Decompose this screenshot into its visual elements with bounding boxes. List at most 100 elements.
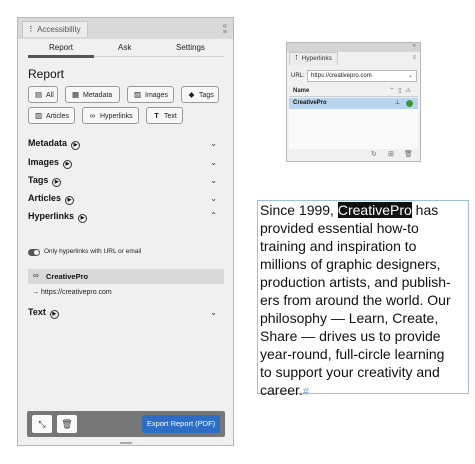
page-number-icon: ⊥: [395, 100, 401, 106]
close-icon[interactable]: «: [413, 43, 416, 49]
text-run: to support your creativity and: [260, 364, 440, 380]
hyperlinks-panel-tab[interactable]: ⠇ Hyperlinks: [289, 52, 338, 65]
chevron-up-icon[interactable]: ⌃: [210, 211, 217, 220]
text-line: training and inspiration to: [260, 237, 470, 255]
panel-titlebar[interactable]: «: [287, 43, 420, 52]
hyperlink-item[interactable]: ∞ CreativePro: [28, 269, 224, 284]
selected-text[interactable]: CreativePro: [337, 202, 412, 218]
resize-handle[interactable]: [120, 442, 132, 444]
play-icon[interactable]: ▶: [71, 141, 81, 150]
play-icon[interactable]: ▶: [65, 196, 75, 205]
chevron-down-icon[interactable]: ⌄: [408, 71, 413, 81]
collapse-button[interactable]: ⤡: [32, 415, 52, 433]
chevron-down-icon[interactable]: ⌄: [210, 176, 217, 185]
text-run: Share — drives us to provide: [260, 328, 441, 344]
text-line: year-round, full-circle learning: [260, 345, 470, 363]
list-item[interactable]: CreativePro ⊥: [289, 98, 418, 109]
tab-ask[interactable]: Ask: [118, 43, 131, 52]
panel-menu-icon[interactable]: ≡: [223, 29, 227, 36]
section-articles[interactable]: Articles ▶: [28, 193, 75, 205]
export-report-button[interactable]: Export Report (PDF): [142, 415, 220, 433]
body-text[interactable]: Since 1999, CreativePro has provided esse…: [260, 201, 470, 401]
hyperlink-name: CreativePro: [293, 100, 327, 106]
tab-settings[interactable]: Settings: [176, 43, 205, 52]
collapse-arrows-icon: ⤡: [38, 419, 46, 429]
text-frame[interactable]: Since 1999, CreativePro has provided esse…: [257, 200, 469, 398]
text-run: has: [411, 202, 439, 218]
play-icon[interactable]: ▶: [52, 178, 62, 187]
warning-icon[interactable]: ⚠: [406, 88, 415, 94]
active-tab-indicator: [28, 55, 94, 58]
filter-articles-button[interactable]: ▥ Articles: [28, 107, 75, 124]
image-icon: ▨: [133, 90, 142, 99]
text-run: production artists, and publish-: [260, 274, 451, 290]
section-images[interactable]: Images ▶: [28, 157, 73, 169]
panel-grip-icon: ⠇: [29, 25, 35, 34]
text-line: to support your creativity and: [260, 363, 470, 381]
tag-icon: ◆: [188, 90, 195, 99]
toggle-label: Only hyperlinks with URL or email: [44, 248, 142, 255]
text-line: Since 1999, CreativePro has: [260, 201, 470, 219]
play-icon[interactable]: ▶: [63, 160, 73, 169]
delete-button[interactable]: 🗑: [57, 415, 77, 433]
column-header-name[interactable]: Name: [293, 88, 309, 94]
end-of-story-marker: #: [302, 386, 309, 398]
section-hyperlinks[interactable]: Hyperlinks ▶: [28, 211, 88, 223]
panel-menu-icon[interactable]: ≡: [412, 55, 416, 61]
section-metadata[interactable]: Metadata ▶: [28, 138, 81, 150]
filter-metadata-button[interactable]: ▦ Metadata: [65, 86, 120, 103]
text-run: millions of graphic designers,: [260, 256, 441, 272]
hyperlinks-panel-title: Hyperlinks: [301, 55, 332, 62]
section-tags[interactable]: Tags ▶: [28, 175, 62, 187]
text-run: provided essential how-to: [260, 220, 419, 236]
hyperlink-filter-toggle[interactable]: [28, 249, 40, 256]
filter-all-button[interactable]: ▤ All: [28, 86, 58, 103]
text-line: philosophy — Learn, Create,: [260, 309, 470, 327]
accessibility-panel-title: Accessibility: [37, 25, 81, 34]
articles-icon: ▥: [34, 111, 43, 120]
panel-footer: ⤡ 🗑 Export Report (PDF): [27, 411, 225, 437]
trash-icon: 🗑: [61, 419, 73, 429]
hyperlinks-panel: « ⠇ Hyperlinks ≡ URL: https://creativepr…: [286, 42, 421, 162]
filter-images-button[interactable]: ▨ Images: [127, 86, 174, 103]
page-title: Report: [28, 67, 65, 81]
refresh-icon[interactable]: ↻: [371, 150, 377, 158]
toggle-knob: [34, 250, 39, 255]
text-run: year-round, full-circle learning: [260, 346, 445, 362]
hyperlink-url[interactable]: → https://creativepro.com: [32, 289, 112, 296]
page-icon[interactable]: ▯: [398, 88, 405, 94]
play-icon[interactable]: ▶: [78, 214, 88, 223]
tab-divider: [94, 56, 224, 57]
panel-titlebar[interactable]: ⠇ Accessibility « ≡: [18, 18, 233, 39]
filter-hyperlinks-button[interactable]: ∞ Hyperlinks: [82, 107, 139, 124]
chevron-down-icon[interactable]: ⌄: [210, 158, 217, 167]
play-icon[interactable]: ▶: [49, 310, 59, 319]
hyperlinks-list: [289, 109, 418, 149]
text-run: training and inspiration to: [260, 238, 417, 254]
column-header-icons: ⌃▯⚠: [389, 87, 415, 94]
status-ok-icon: [406, 100, 413, 107]
text-line: career.#: [260, 381, 470, 401]
text-line: provided essential how-to: [260, 219, 470, 237]
accessibility-panel-tab[interactable]: ⠇ Accessibility: [22, 21, 88, 37]
filter-tags-button[interactable]: ◆ Tags: [181, 86, 219, 103]
section-text[interactable]: Text ▶: [28, 307, 59, 319]
new-hyperlink-icon[interactable]: ⊞: [388, 150, 394, 158]
text-line: production artists, and publish-: [260, 273, 470, 291]
text-line: millions of graphic designers,: [260, 255, 470, 273]
text-run: ers from around the world. Our: [260, 292, 451, 308]
text-icon: T: [154, 111, 159, 120]
panel-grip-icon: ⠇: [295, 55, 300, 62]
filter-text-button[interactable]: T Text: [146, 107, 183, 124]
trash-icon[interactable]: 🗑: [404, 150, 413, 158]
sort-icon[interactable]: ⌃: [389, 88, 398, 94]
tab-report[interactable]: Report: [49, 43, 73, 52]
panel-footer: ↻ ⊞ 🗑: [287, 149, 420, 161]
chevron-down-icon[interactable]: ⌄: [210, 194, 217, 203]
url-field[interactable]: https://creativepro.com ⌄: [307, 70, 417, 82]
link-icon: ∞: [33, 271, 39, 280]
chevron-down-icon[interactable]: ⌄: [210, 139, 217, 148]
all-icon: ▤: [34, 90, 43, 99]
text-line: ers from around the world. Our: [260, 291, 470, 309]
chevron-down-icon[interactable]: ⌄: [210, 308, 217, 317]
